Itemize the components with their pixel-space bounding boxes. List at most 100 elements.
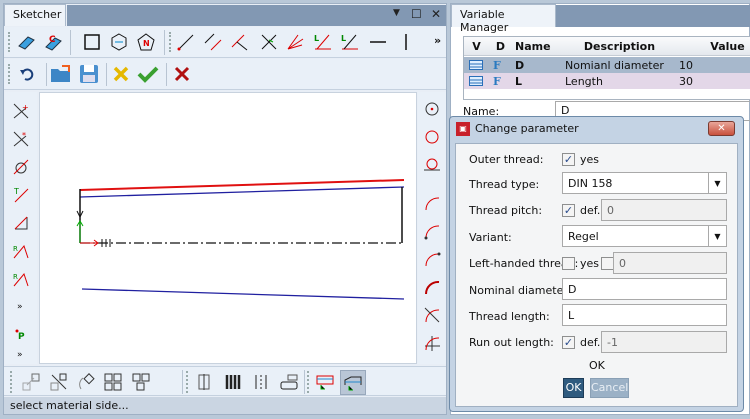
run-out-length-input[interactable]: -1	[601, 331, 727, 353]
hatch-dashed-icon[interactable]	[250, 371, 272, 393]
col-header-d[interactable]: D	[488, 37, 510, 55]
arc-icon-4[interactable]	[421, 276, 443, 298]
outer-thread-checkbox[interactable]: ✓	[562, 153, 575, 166]
eraser-construction-icon[interactable]: C	[42, 31, 64, 53]
chamfer-icon[interactable]: R	[10, 240, 32, 262]
rectangle-icon[interactable]	[81, 31, 103, 53]
fillet-icon[interactable]: R	[10, 268, 32, 290]
tab-sketcher[interactable]: Sketcher	[4, 4, 66, 26]
rotate-icon[interactable]	[75, 371, 97, 393]
cancel-yellow-x-icon[interactable]	[110, 63, 132, 85]
thread-pitch-label: Thread pitch:	[469, 204, 543, 217]
undo-icon[interactable]	[16, 63, 38, 85]
trim-point-icon[interactable]: +	[10, 100, 32, 122]
row-description: Nomianl diameter	[565, 58, 664, 72]
status-bar: select material side...	[4, 397, 446, 414]
menu-dropdown-icon[interactable]: ▼	[393, 8, 400, 18]
sketch-canvas[interactable]	[39, 92, 417, 364]
thread-type-value: DIN 158	[568, 176, 613, 190]
intersect-icon[interactable]	[10, 156, 32, 178]
toolbar-overflow-button[interactable]: »	[434, 34, 441, 47]
left-handed-checkbox[interactable]	[562, 257, 575, 270]
parallel-line-icon[interactable]	[202, 31, 224, 53]
chevron-down-icon[interactable]: ▼	[708, 173, 726, 193]
arc-angle-icon[interactable]	[421, 332, 443, 354]
line-icon[interactable]	[175, 31, 197, 53]
table-row[interactable]: F L Length 30	[464, 73, 750, 89]
tangent-point-icon[interactable]: T	[10, 184, 32, 206]
delete-red-x-icon[interactable]	[171, 63, 193, 85]
thread-pitch-input[interactable]: 0	[601, 199, 727, 221]
confirm-check-icon[interactable]	[137, 63, 159, 85]
tangent-line-icon[interactable]	[258, 31, 280, 53]
nominal-diameter-input[interactable]: D	[562, 278, 727, 300]
svg-text:R: R	[13, 273, 18, 281]
arc-tangent-icon[interactable]	[421, 304, 443, 326]
polygon-n-icon[interactable]: N	[135, 31, 157, 53]
left-handed-yes-label: yes	[580, 257, 600, 270]
expand-more-icon[interactable]: »	[17, 302, 23, 312]
chevron-down-icon[interactable]: ▼	[708, 226, 726, 246]
col-header-v[interactable]: V	[464, 37, 486, 55]
array-icon[interactable]	[102, 371, 124, 393]
circle-icon[interactable]	[421, 126, 443, 148]
save-icon[interactable]	[78, 63, 100, 85]
vertical-line-icon[interactable]	[395, 31, 417, 53]
variant-label: Variant:	[469, 231, 512, 244]
eraser-icon[interactable]	[15, 31, 37, 53]
table-row[interactable]: F D Nomianl diameter 10	[464, 57, 750, 73]
row-value: 30	[679, 74, 693, 88]
polar-array-icon[interactable]	[130, 371, 152, 393]
circle-tangent-icon[interactable]	[421, 154, 443, 176]
variant-select[interactable]: Regel ▼	[562, 225, 727, 247]
maximize-icon[interactable]: ☐	[411, 7, 422, 21]
hatch-solid-icon[interactable]	[222, 371, 244, 393]
dialog-close-button[interactable]: ✕	[708, 121, 735, 136]
row-name: D	[515, 58, 525, 72]
svg-text:+: +	[22, 103, 29, 112]
col-header-value[interactable]: Value	[676, 37, 750, 55]
col-header-name[interactable]: Name	[512, 37, 560, 55]
run-out-def-checkbox[interactable]: ✓	[562, 336, 575, 349]
angle-lines-icon[interactable]	[284, 31, 306, 53]
arc-icon-3[interactable]	[421, 248, 443, 270]
mirror-icon[interactable]	[194, 371, 216, 393]
material-side-right-icon[interactable]	[340, 370, 366, 395]
dialog-body: Outer thread: ✓ yes Thread type: DIN 158…	[455, 143, 738, 407]
cancel-button[interactable]: Cancel	[590, 378, 629, 398]
nominal-diameter-label: Nominal diameter:	[469, 284, 572, 297]
angle-l-icon[interactable]: L	[312, 31, 334, 53]
split-point-icon[interactable]: *	[10, 128, 32, 150]
ok-button[interactable]: OK	[563, 378, 584, 398]
point-p-icon[interactable]: P	[10, 324, 32, 346]
row-name: L	[515, 74, 523, 88]
thread-length-input[interactable]: L	[562, 304, 727, 326]
table-header: V D Name Description Value	[464, 37, 750, 56]
app-icon: ▣	[456, 122, 470, 136]
circle-center-icon[interactable]	[421, 98, 443, 120]
expand-more-icon-2[interactable]: »	[17, 350, 23, 360]
close-icon[interactable]: ✕	[431, 7, 441, 21]
thread-pitch-def-checkbox[interactable]: ✓	[562, 204, 575, 217]
svg-text:R: R	[13, 245, 18, 253]
scale-icon[interactable]	[48, 371, 70, 393]
svg-text:N: N	[143, 39, 150, 48]
corner-icon[interactable]	[10, 212, 32, 234]
open-folder-icon[interactable]	[50, 63, 72, 85]
perpendicular-line-icon[interactable]	[229, 31, 251, 53]
arc-icon-2[interactable]	[421, 220, 443, 242]
col-header-description[interactable]: Description	[562, 37, 674, 55]
hexagon-icon[interactable]	[108, 31, 130, 53]
angle-l2-icon[interactable]: L	[339, 31, 361, 53]
horizontal-line-icon[interactable]	[367, 31, 389, 53]
toolbar-draw: C N L L »	[4, 27, 446, 58]
sketch-green-arrow	[76, 220, 84, 243]
thread-type-select[interactable]: DIN 158 ▼	[562, 172, 727, 194]
move-icon[interactable]	[20, 371, 42, 393]
left-handed-input[interactable]: 0	[613, 252, 727, 274]
svg-text:P: P	[18, 332, 25, 342]
extrude-icon[interactable]	[278, 371, 300, 393]
arc-icon-1[interactable]	[421, 192, 443, 214]
tab-variable-manager[interactable]: Variable Manager	[451, 4, 556, 34]
material-side-left-icon[interactable]	[314, 371, 336, 393]
